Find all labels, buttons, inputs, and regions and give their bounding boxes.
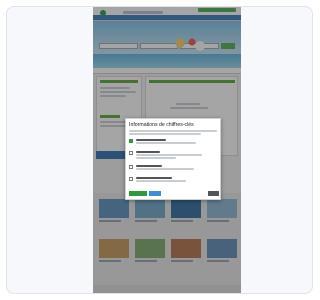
option-label xyxy=(136,165,162,167)
checkbox-unchecked-icon[interactable] xyxy=(129,165,133,169)
option-label xyxy=(136,151,160,153)
consent-option-preferences[interactable] xyxy=(129,176,217,185)
option-description xyxy=(136,157,176,159)
option-description xyxy=(136,168,194,170)
screenshot-card: Informations de chiffres-clés xyxy=(6,6,313,294)
checkbox-unchecked-icon[interactable] xyxy=(129,177,133,181)
checkbox-unchecked-icon[interactable] xyxy=(129,151,133,155)
modal-title: Informations de chiffres-clés xyxy=(129,122,194,128)
option-label xyxy=(136,177,172,179)
consent-option-statistics[interactable] xyxy=(129,150,217,159)
reject-button[interactable] xyxy=(208,191,219,196)
accept-all-button[interactable] xyxy=(129,191,147,196)
consent-option-marketing[interactable] xyxy=(129,164,217,173)
option-label xyxy=(136,139,166,141)
consent-option-necessary[interactable] xyxy=(129,138,217,147)
option-description xyxy=(136,180,186,182)
checkbox-checked-icon[interactable] xyxy=(129,139,133,143)
modal-intro-line xyxy=(129,130,217,132)
save-choice-button[interactable] xyxy=(149,191,161,196)
modal-intro-line xyxy=(129,133,201,135)
option-description xyxy=(136,142,196,144)
cookie-consent-modal: Informations de chiffres-clés xyxy=(125,118,221,200)
option-description xyxy=(136,154,202,156)
